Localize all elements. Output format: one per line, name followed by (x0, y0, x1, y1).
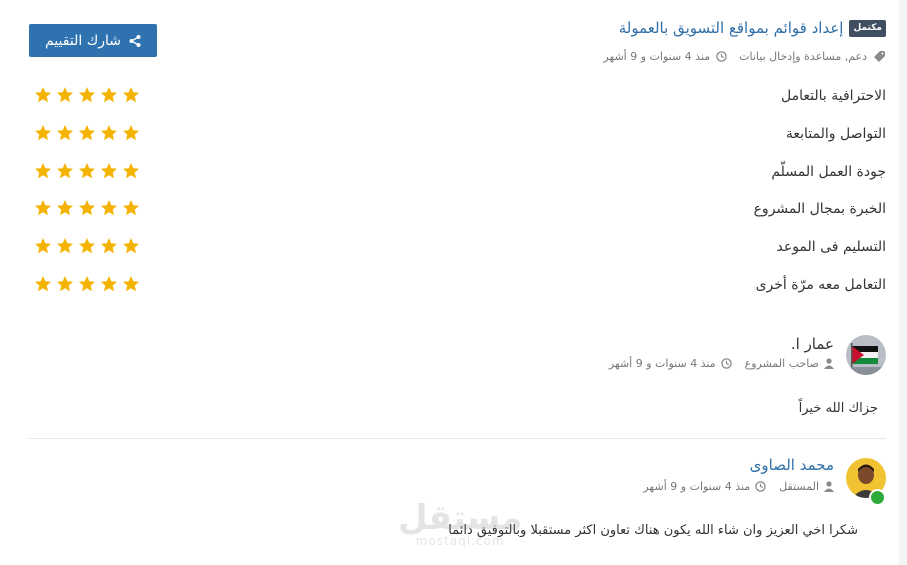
star-icon (123, 275, 139, 292)
comment-meta: المستقل منذ 4 سنوات و 9 أشهر (643, 480, 834, 493)
comment-time: منذ 4 سنوات و 9 أشهر (608, 357, 716, 370)
rating-row: الخبرة بمجال المشروع (34, 193, 886, 231)
star-icon (57, 162, 73, 178)
comment-text: شكرا اخي العزيز وان شاء الله يكون هناك ت… (448, 523, 858, 538)
project-title-link[interactable]: إعداد قوائم بمواقع التسويق بالعمولة (619, 18, 844, 38)
rating-label: التسليم فى الموعد (776, 239, 887, 256)
star-icon (101, 124, 117, 140)
rating-row: التعامل معه مرّة أخرى (34, 269, 886, 307)
rating-stars (34, 86, 140, 104)
rating-label: التواصل والمتابعة (785, 125, 886, 142)
star-icon (57, 238, 73, 254)
rating-stars (34, 199, 140, 217)
comment-text: جزاك الله خيراً (798, 401, 878, 416)
avatar[interactable] (846, 335, 886, 375)
star-icon (101, 200, 117, 216)
rating-label: الخبرة بمجال المشروع (753, 201, 886, 218)
star-icon (79, 275, 95, 292)
star-icon (57, 87, 73, 103)
rating-stars (34, 275, 140, 293)
project-title-row: مكتمل إعداد قوائم بمواقع التسويق بالعمول… (619, 18, 886, 38)
comment-author[interactable]: محمد الصاوى (750, 456, 834, 474)
star-icon (101, 275, 117, 292)
star-icon (123, 124, 139, 140)
project-time: منذ 4 سنوات و 9 أشهر (603, 50, 711, 63)
divider (29, 438, 886, 439)
rating-stars (34, 237, 140, 255)
star-icon (79, 162, 95, 178)
star-icon (57, 124, 73, 140)
star-icon (35, 200, 51, 216)
rating-row: جودة العمل المسلّم (34, 156, 886, 194)
star-icon (79, 200, 95, 216)
user-icon (824, 481, 834, 492)
clock-icon (755, 481, 766, 492)
star-icon (101, 162, 117, 178)
star-icon (35, 238, 51, 254)
star-icon (57, 200, 73, 216)
rating-label: التعامل معه مرّة أخرى (755, 276, 886, 293)
comment-author[interactable]: عمار ا. (791, 335, 834, 353)
rating-label: الاحترافية بالتعامل (780, 88, 886, 104)
rating-row: التواصل والمتابعة (34, 118, 886, 156)
clock-icon (716, 51, 727, 62)
star-icon (101, 238, 117, 254)
tags-icon (874, 50, 885, 62)
comment-freelancer: محمد الصاوى المستقل منذ 4 سنوات و 9 أشهر… (29, 456, 886, 547)
comment-owner: عمار ا. صاحب المشروع منذ 4 سنوات و 9 أشه… (29, 334, 886, 424)
share-rating-button[interactable]: شارك التقييم (29, 24, 157, 57)
verified-badge (869, 489, 886, 506)
comment-role: صاحب المشروع (744, 357, 819, 370)
star-icon (123, 162, 139, 178)
star-icon (123, 200, 139, 216)
share-rating-label: شارك التقييم (45, 32, 121, 49)
page-edge (899, 0, 907, 565)
star-icon (35, 275, 51, 292)
star-icon (57, 275, 73, 292)
clock-icon (720, 358, 732, 369)
project-tags[interactable]: دعم, مساعدة وإدخال بيانات (739, 50, 867, 63)
star-icon (123, 238, 139, 254)
star-icon (35, 124, 51, 140)
project-meta: دعم, مساعدة وإدخال بيانات منذ 4 سنوات و … (603, 50, 886, 63)
user-icon (824, 358, 834, 369)
star-icon (79, 87, 95, 103)
comment-time: منذ 4 سنوات و 9 أشهر (643, 480, 751, 493)
comment-meta: صاحب المشروع منذ 4 سنوات و 9 أشهر (609, 357, 834, 370)
star-icon (79, 124, 95, 140)
rating-row: الاحترافية بالتعامل (34, 80, 886, 118)
review-header: مكتمل إعداد قوائم بمواقع التسويق بالعمول… (29, 18, 886, 68)
star-icon (79, 238, 95, 254)
ratings-list: الاحترافية بالتعامل التواصل والمتابعة جودة… (34, 80, 886, 307)
star-icon (35, 87, 51, 103)
rating-row: التسليم فى الموعد (34, 231, 886, 269)
share-icon (129, 34, 141, 47)
star-icon (123, 87, 139, 103)
comment-role: المستقل (779, 480, 819, 493)
status-badge: مكتمل (849, 19, 886, 37)
rating-stars (34, 162, 140, 180)
rating-label: جودة العمل المسلّم (771, 163, 886, 180)
rating-stars (34, 124, 140, 142)
star-icon (35, 162, 51, 178)
star-icon (101, 87, 117, 103)
